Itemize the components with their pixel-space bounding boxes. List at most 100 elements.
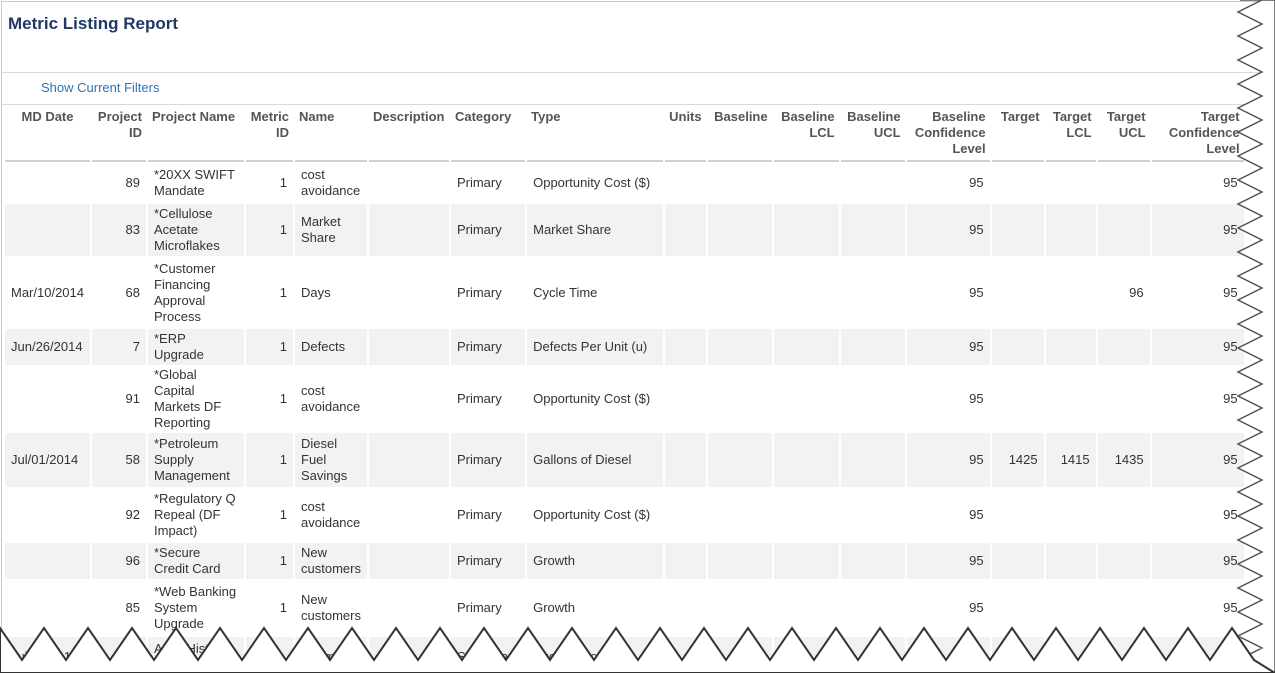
cell-baseline	[708, 487, 772, 543]
table-row: Jul/29/2014 ADM History Re Uptime Secondary…	[5, 637, 1244, 673]
cell-baseline-confidence-level: 95	[906, 433, 990, 487]
cell-target	[991, 204, 1044, 256]
cell-project-id: 68	[125, 284, 140, 300]
column-header-project-id[interactable]: Project ID	[92, 106, 146, 162]
cell-target-ucl	[1098, 579, 1150, 637]
cell-baseline-ucl	[840, 637, 905, 673]
cell-md-date: Mar/10/2014	[11, 284, 84, 300]
cell-baseline-ucl	[840, 433, 905, 487]
cell-category: Primary	[450, 329, 526, 365]
column-header-description[interactable]: Description	[368, 106, 449, 162]
cell-metric-id: 1	[246, 433, 293, 487]
cell-baseline-confidence-level: 95	[969, 391, 984, 406]
column-header-md-date[interactable]: MD Date	[5, 106, 90, 162]
cell-description	[369, 487, 449, 543]
cell-target-confidence-level: 95	[1151, 637, 1244, 673]
column-header-baseline-ucl[interactable]: Baseline UCL	[840, 106, 905, 162]
cell-baseline-lcl	[774, 487, 839, 543]
cell-project-name: *Customer Financing Approval Process	[154, 260, 216, 324]
cell-target-confidence-level: 95	[1151, 543, 1244, 579]
column-header-type[interactable]: Type	[527, 106, 664, 162]
cell-name: Diesel Fuel Savings	[295, 433, 367, 487]
cell-baseline-ucl	[840, 204, 905, 256]
column-header-name[interactable]: Name	[295, 106, 367, 162]
cell-project-name: *Cellulose Acetate Microflakes	[148, 204, 244, 256]
cell-description	[369, 365, 449, 433]
cell-target-confidence-level: 95	[1151, 204, 1244, 256]
cell-baseline-lcl	[773, 433, 839, 487]
filters-bar: Show Current Filters	[2, 72, 1275, 105]
column-header-target-ucl[interactable]: Target UCL	[1097, 106, 1150, 162]
cell-category: Primary	[450, 543, 526, 579]
page-title: Metric Listing Report	[8, 14, 179, 33]
cell-baseline	[707, 543, 772, 579]
cell-description	[368, 433, 449, 487]
cell-name: cost avoidance	[301, 383, 361, 414]
cell-target-confidence-level: 95	[1223, 600, 1238, 615]
metric-listing-table: MD Date Project ID Project Name Metric ID Na…	[3, 106, 1246, 673]
cell-metric-id: 1	[279, 507, 287, 522]
cell-target-lcl	[1045, 637, 1096, 673]
cell-category: Secondary	[450, 637, 526, 673]
cell-target-lcl	[1046, 365, 1096, 433]
cell-type: Opportunity Cost ($)	[533, 507, 651, 522]
column-header-units[interactable]: Units	[665, 106, 706, 162]
table-row: 96 *Secure Credit Card 1 New customers Prima…	[5, 543, 1244, 579]
cell-target-ucl	[1098, 162, 1150, 204]
cell-baseline-ucl	[841, 256, 905, 329]
cell-baseline	[707, 329, 772, 365]
cell-baseline-ucl	[841, 487, 905, 543]
cell-target	[991, 329, 1044, 365]
cell-metric-id: 1	[246, 543, 293, 579]
cell-baseline-confidence-level: 95	[969, 600, 984, 615]
cell-project-id: 92	[125, 507, 140, 522]
report-page: Metric Listing Report Show Current Filte…	[1, 1, 1275, 673]
cell-project-name: *Petroleum Supply Management	[148, 433, 244, 487]
cell-project-name: *Regulatory Q Repeal (DF Impact)	[154, 491, 236, 538]
column-header-target-lcl[interactable]: Target LCL	[1045, 106, 1096, 162]
cell-md-date: Jul/29/2014	[5, 637, 90, 673]
cell-baseline-confidence-level: 95	[906, 543, 990, 579]
cell-target-lcl	[1045, 329, 1096, 365]
column-header-target-confidence-level[interactable]: Target Confidence Level	[1151, 106, 1244, 162]
cell-type: Bugs Reported	[527, 637, 664, 673]
cell-baseline-confidence-level: 95	[969, 175, 984, 190]
cell-baseline	[708, 579, 772, 637]
cell-target-ucl	[1098, 365, 1150, 433]
table-row: 85 *Web Banking System Upgrade 1 New custom…	[5, 579, 1244, 637]
cell-target-lcl	[1046, 162, 1096, 204]
cell-baseline-ucl	[840, 329, 905, 365]
cell-baseline	[708, 256, 772, 329]
column-header-baseline-lcl[interactable]: Baseline LCL	[773, 106, 839, 162]
cell-baseline-confidence-level: 95	[969, 284, 984, 300]
cell-category: Primary	[456, 507, 502, 522]
cell-target-confidence-level: 95	[1223, 284, 1238, 300]
table-row: 91 *Global Capital Markets DF Reporting 1 c…	[5, 365, 1244, 433]
cell-baseline-lcl	[773, 543, 839, 579]
cell-category: Primary	[450, 204, 526, 256]
column-header-baseline[interactable]: Baseline	[707, 106, 772, 162]
column-header-target[interactable]: Target	[991, 106, 1044, 162]
table-row: Mar/10/2014 68 *Customer Financing Approva…	[5, 256, 1244, 329]
cell-target	[991, 637, 1044, 673]
column-header-baseline-confidence-level[interactable]: Baseline Confidence Level	[906, 106, 990, 162]
cell-units	[665, 579, 706, 637]
cell-target-ucl	[1097, 637, 1150, 673]
cell-target-confidence-level: 95	[1223, 175, 1238, 190]
column-header-project-name[interactable]: Project Name	[148, 106, 244, 162]
cell-target-ucl	[1097, 329, 1150, 365]
cell-md-date	[5, 204, 90, 256]
cell-target	[991, 543, 1044, 579]
column-header-metric-id[interactable]: Metric ID	[246, 106, 293, 162]
show-current-filters-link[interactable]: Show Current Filters	[41, 80, 159, 95]
cell-type: Opportunity Cost ($)	[533, 391, 651, 406]
column-header-category[interactable]: Category	[450, 106, 526, 162]
cell-baseline-lcl	[774, 365, 839, 433]
cell-units	[665, 365, 706, 433]
cell-baseline-lcl	[773, 204, 839, 256]
cell-metric-id: 1	[279, 284, 287, 300]
cell-description	[369, 256, 449, 329]
cell-name: New customers	[301, 592, 361, 623]
cell-units	[665, 162, 706, 204]
cell-project-id: 96	[92, 543, 146, 579]
